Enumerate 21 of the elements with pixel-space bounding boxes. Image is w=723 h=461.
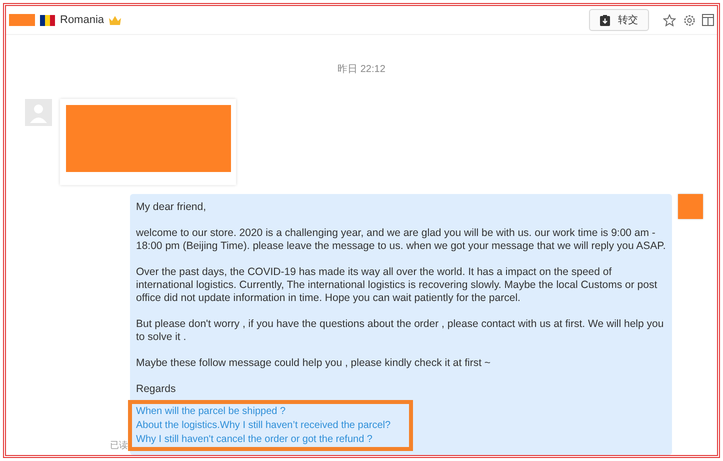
settings-icon[interactable]	[683, 14, 696, 26]
star-icon[interactable]	[663, 14, 676, 26]
message-paragraph: But please don't worry , if you have the questions about the order , please contact with us at first. We will help you to solve it .	[136, 318, 665, 344]
message-paragraph: Over the past days, the COVID-19 has made its way all over the world. It has a impact on the speed of international logistics. Currently, The international logistics is recovering slowly. Maybe the local Customs or post office did not update information in time. Hope you can wait patiently for the parcel.	[136, 266, 658, 305]
layout-icon[interactable]	[702, 14, 714, 26]
question-link[interactable]: When will the parcel be shipped ?	[136, 405, 286, 418]
redacted-block	[9, 14, 35, 26]
message-paragraph: welcome to our store. 2020 is a challenging year, and we are glad you will be with us. our work time is 9:00 am - 18:00 pm (Beijing Time). please leave the message to us. when we got your message that we will reply you ASAP.	[136, 227, 666, 253]
message-paragraph: My dear friend,	[136, 201, 208, 214]
message-paragraph: Regards	[136, 383, 177, 396]
question-link[interactable]: About the logistics.Why I still haven’t received the parcel?	[136, 419, 391, 432]
crown-icon	[108, 14, 122, 26]
sender-avatar	[678, 194, 703, 219]
question-link[interactable]: Why I still haven't cancel the order or got the refund ?	[136, 433, 372, 446]
read-status: 已读	[110, 438, 128, 452]
transfer-button[interactable]: 转交	[589, 9, 649, 31]
message-timestamp: 昨日 22:12	[338, 63, 386, 77]
clipboard-icon	[600, 14, 610, 26]
message-paragraph: Maybe these follow message could help you , please kindly check it at first ~	[136, 357, 492, 370]
flag-icon	[40, 14, 55, 26]
country-name: Romania	[60, 12, 104, 28]
